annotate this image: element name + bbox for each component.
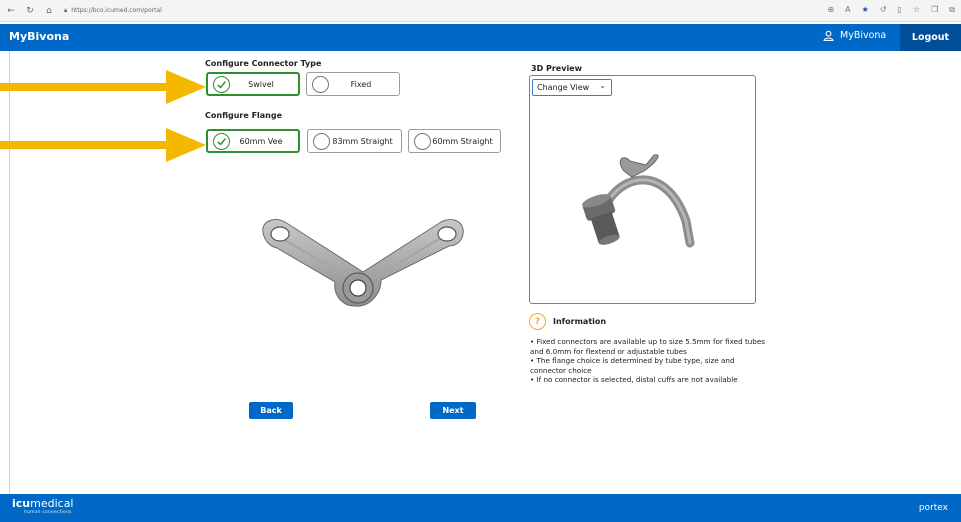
question-icon: ? [529, 313, 546, 330]
extensions-icon[interactable]: ⧉ [949, 5, 955, 15]
user-menu[interactable]: MyBivona [823, 30, 886, 41]
split-view-icon[interactable]: ▯ [898, 5, 902, 15]
collections-icon[interactable]: ❐ [931, 5, 938, 15]
logo-strong: icu [12, 497, 31, 510]
logo-tagline: human connections [24, 510, 72, 515]
radio-empty-icon [414, 132, 431, 150]
app-window: ← ↻ ⌂ 🔒︎ https://bco.icumed.com/portal ⊕… [0, 0, 961, 522]
info-line: • The flange choice is determined by tub… [530, 356, 735, 375]
change-view-value: Change View [537, 83, 590, 92]
info-header: ? Information [529, 313, 606, 330]
logout-button[interactable]: Logout [900, 24, 961, 51]
address-url: https://bco.icumed.com/portal [71, 7, 162, 14]
user-icon [823, 30, 834, 41]
back-icon[interactable]: ← [6, 6, 16, 16]
footer-logo: icumedical human connections [12, 497, 74, 515]
user-name: MyBivona [840, 30, 887, 41]
zoom-icon[interactable]: ⊕ [827, 5, 834, 15]
chevron-down-icon: ⌄ [599, 81, 606, 90]
flange-title: Configure Flange [205, 111, 283, 120]
info-body: • Fixed connectors are available up to s… [530, 337, 766, 385]
option-swivel[interactable]: Swivel [206, 72, 300, 96]
favorite-star-icon[interactable]: ★ [862, 5, 869, 15]
connector-title: Configure Connector Type [205, 59, 322, 68]
option-label: 83mm Straight [332, 136, 393, 146]
brand-title[interactable]: MyBivona [9, 30, 69, 43]
back-button[interactable]: Back [249, 402, 293, 419]
radio-empty-icon [313, 132, 330, 150]
option-83mm-straight[interactable]: 83mm Straight [307, 129, 402, 153]
option-label: Swivel [248, 79, 274, 89]
app-header: MyBivona MyBivona [0, 24, 961, 51]
address-bar[interactable]: 🔒︎ https://bco.icumed.com/portal [64, 7, 162, 15]
option-60mm-vee[interactable]: 60mm Vee [206, 129, 300, 153]
option-label: 60mm Straight [432, 136, 493, 146]
read-aloud-icon[interactable]: A [845, 5, 850, 15]
check-icon [213, 75, 230, 93]
preview-panel: Change View ⌄ [529, 75, 756, 304]
footer: icumedical human connections portex [0, 494, 961, 522]
arrow-connector [0, 70, 206, 104]
tube-3d-model [582, 154, 695, 248]
main-content [9, 51, 961, 494]
home-icon[interactable]: ⌂ [44, 6, 54, 16]
browser-nav: ← ↻ ⌂ [0, 6, 54, 16]
refresh-icon[interactable]: ↻ [25, 6, 35, 16]
preview-title: 3D Preview [531, 64, 582, 73]
info-title: Information [553, 317, 607, 326]
favorites-icon[interactable]: ☆ [913, 5, 920, 15]
option-fixed[interactable]: Fixed [306, 72, 400, 96]
option-60mm-straight[interactable]: 60mm Straight [408, 129, 501, 153]
check-icon [213, 132, 230, 150]
next-button[interactable]: Next [430, 402, 476, 419]
lock-icon: 🔒︎ [64, 6, 68, 14]
info-line: • If no connector is selected, distal cu… [530, 375, 738, 385]
logo-light: medical [30, 497, 74, 510]
info-line: • Fixed connectors are available up to s… [530, 337, 766, 356]
radio-empty-icon [312, 75, 329, 93]
reload-icon[interactable]: ↺ [880, 5, 887, 15]
browser-toolbar: ← ↻ ⌂ 🔒︎ https://bco.icumed.com/portal ⊕… [0, 0, 961, 22]
option-label: Fixed [350, 79, 372, 89]
browser-tools: ⊕ A ★ ↺ ▯ ☆ ❐ ⧉ [827, 5, 955, 15]
change-view-select[interactable]: Change View ⌄ [532, 79, 612, 96]
option-label: 60mm Vee [239, 136, 283, 146]
arrow-flange [0, 128, 206, 162]
footer-brand: portex [918, 503, 948, 513]
flange-image [262, 219, 464, 307]
